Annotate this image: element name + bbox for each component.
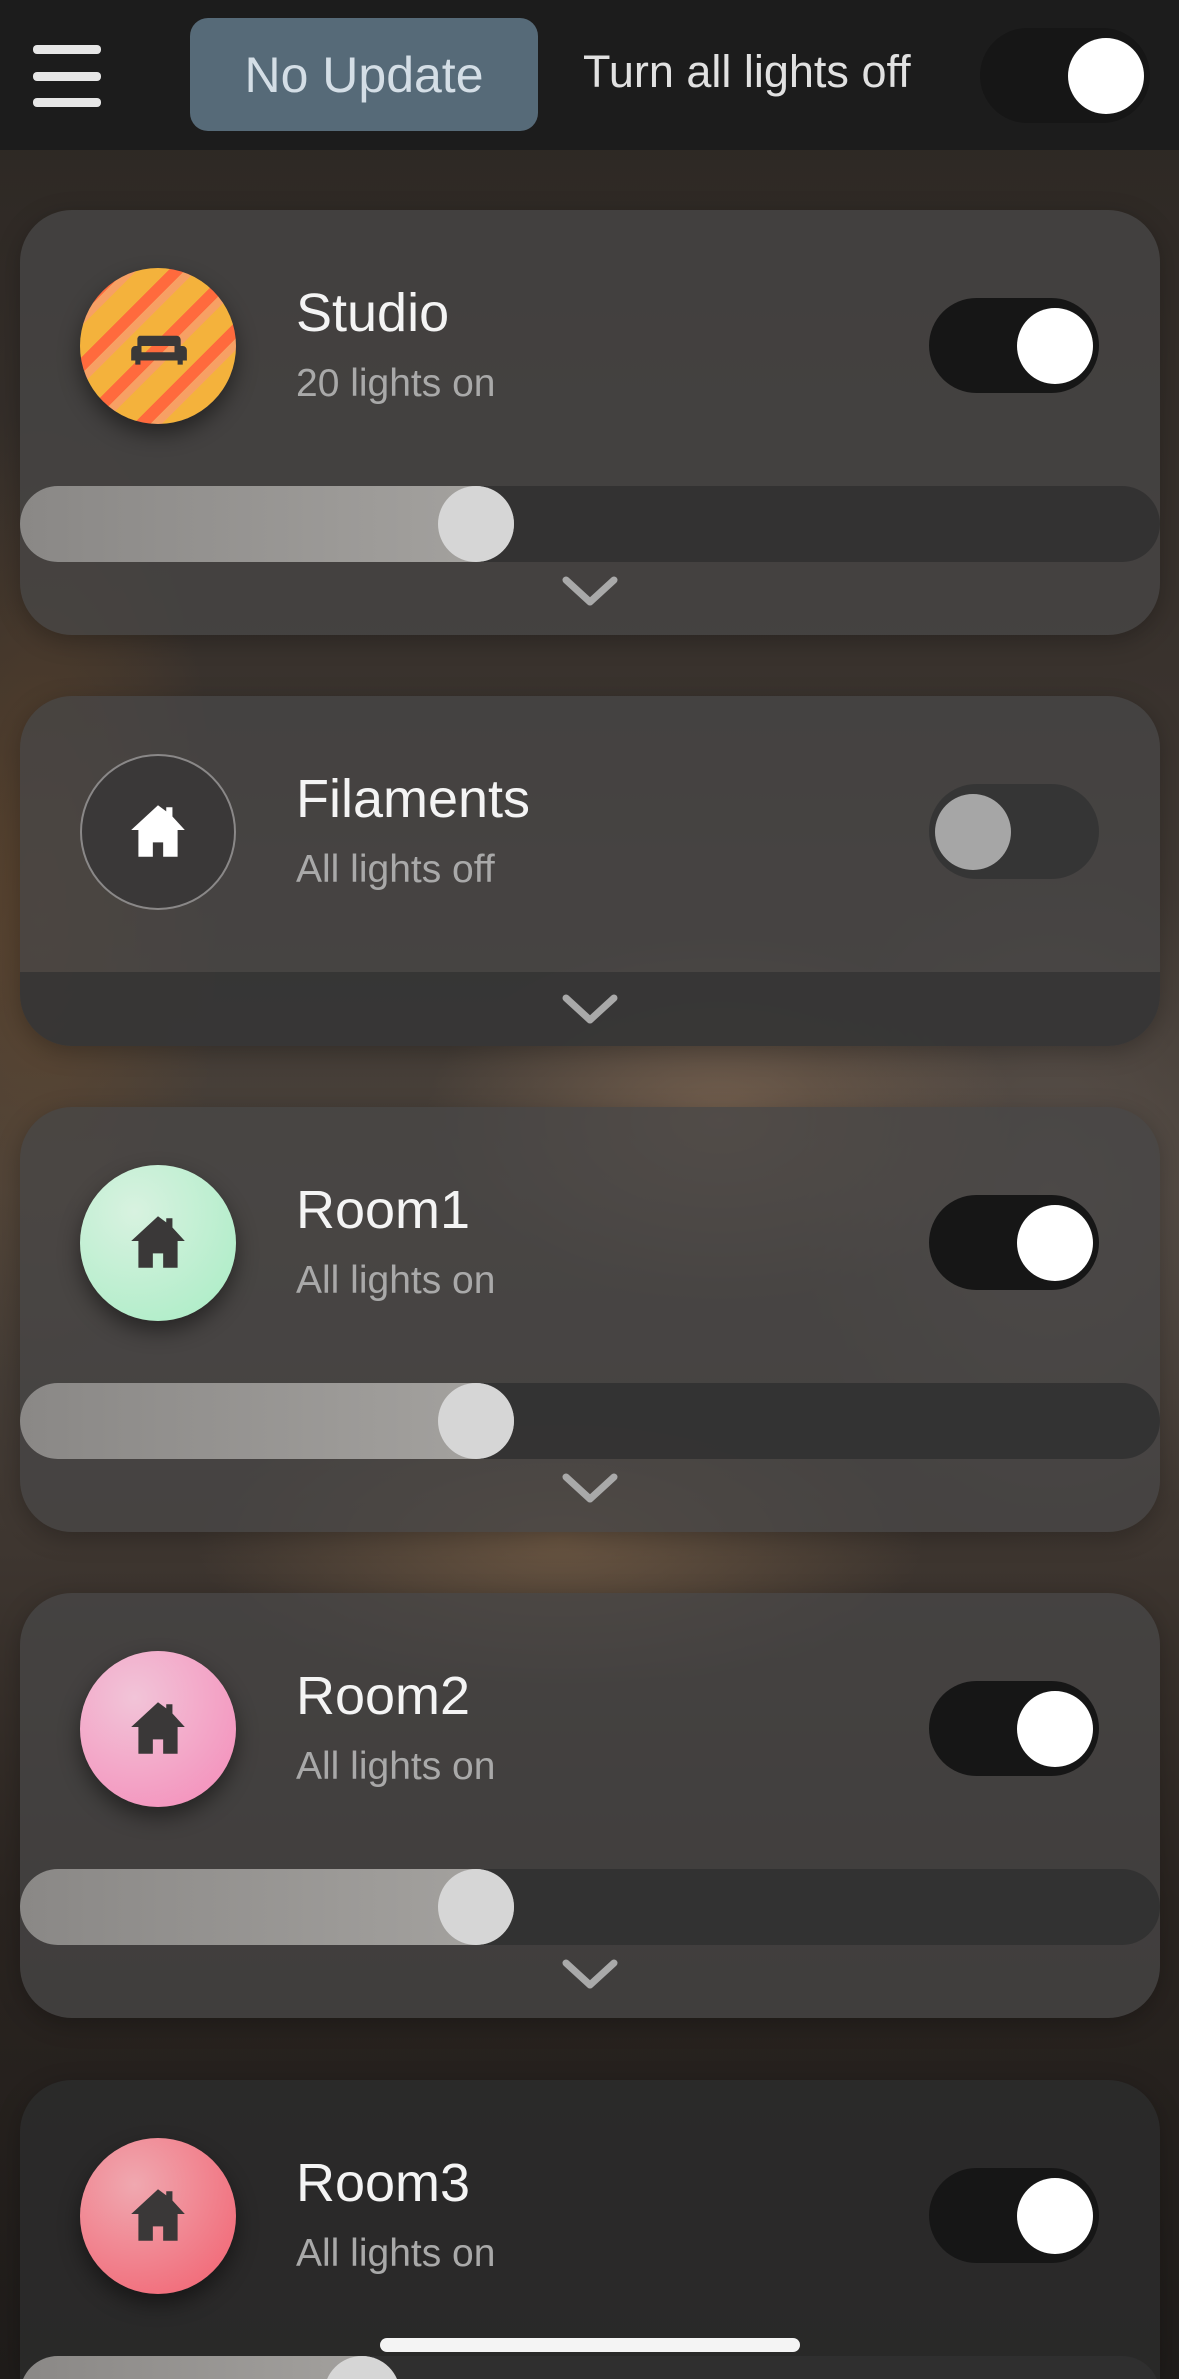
toggle-knob [1017, 1691, 1093, 1767]
room-status: All lights off [296, 848, 495, 891]
room-status: All lights on [296, 1259, 496, 1302]
room-toggle[interactable] [929, 2168, 1099, 2263]
room-status: All lights on [296, 2232, 496, 2275]
room-name: Filaments [296, 769, 531, 829]
room-name: Room3 [296, 2153, 471, 2213]
room-card-studio[interactable]: Studio 20 lights on [20, 210, 1160, 635]
house-icon[interactable] [80, 1165, 236, 1321]
room-name: Room1 [296, 1180, 471, 1240]
room-name: Room2 [296, 1666, 471, 1726]
house-glyph [131, 1216, 185, 1268]
room-status: All lights on [296, 1745, 496, 1788]
sofa-icon[interactable] [80, 268, 236, 424]
brightness-slider[interactable] [20, 486, 1160, 562]
no-update-button[interactable]: No Update [190, 18, 538, 131]
chevron-down-icon[interactable] [560, 1469, 620, 1509]
brightness-thumb[interactable] [438, 1869, 514, 1945]
house-glyph [131, 1702, 185, 1754]
room-card-filaments[interactable]: Filaments All lights off [20, 696, 1160, 1046]
hamburger-menu-icon[interactable] [33, 45, 101, 107]
room-toggle[interactable] [929, 1681, 1099, 1776]
brightness-slider[interactable] [20, 1869, 1160, 1945]
house-glyph [131, 805, 185, 857]
top-bar: No Update Turn all lights off [0, 0, 1179, 150]
room-toggle[interactable] [929, 784, 1099, 879]
expand-bar[interactable] [20, 972, 1160, 1046]
chevron-down-icon[interactable] [560, 1955, 620, 1995]
brightness-thumb[interactable] [438, 486, 514, 562]
menu-line [33, 71, 101, 81]
house-glyph [131, 2189, 185, 2241]
house-icon[interactable] [80, 1651, 236, 1807]
room-card-room1[interactable]: Room1 All lights on [20, 1107, 1160, 1532]
house-icon[interactable] [80, 2138, 236, 2294]
toggle-knob [1017, 2178, 1093, 2254]
chevron-down-icon[interactable] [560, 990, 620, 1030]
chevron-down-icon[interactable] [560, 572, 620, 612]
toggle-knob [1017, 1205, 1093, 1281]
menu-line [33, 45, 101, 54]
room-toggle[interactable] [929, 1195, 1099, 1290]
room-name: Studio [296, 283, 450, 343]
toggle-knob [935, 794, 1011, 870]
home-indicator [380, 2338, 800, 2352]
room-toggle[interactable] [929, 298, 1099, 393]
room-status: 20 lights on [296, 362, 496, 405]
brightness-slider[interactable] [20, 2356, 1160, 2379]
brightness-slider[interactable] [20, 1383, 1160, 1459]
room-card-room2[interactable]: Room2 All lights on [20, 1593, 1160, 2018]
all-lights-toggle[interactable] [980, 28, 1150, 123]
menu-line [33, 98, 101, 107]
toggle-knob [1068, 38, 1144, 114]
turn-all-lights-off-label: Turn all lights off [583, 46, 911, 97]
toggle-knob [1017, 308, 1093, 384]
sofa-glyph [131, 335, 187, 365]
room-card-room3[interactable]: Room3 All lights on [20, 2080, 1160, 2379]
brightness-thumb[interactable] [438, 1383, 514, 1459]
house-icon[interactable] [80, 754, 236, 910]
